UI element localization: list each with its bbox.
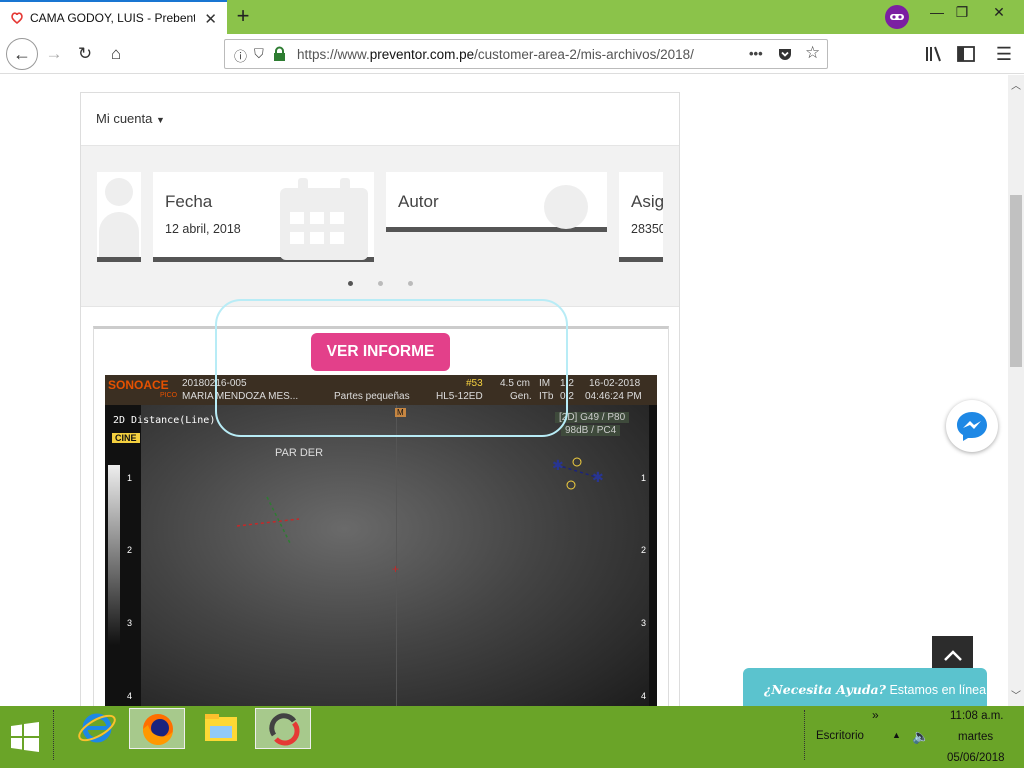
slide-asig: Asig 28350 xyxy=(619,172,663,262)
account-menu[interactable]: Mi cuenta ▼ xyxy=(96,111,165,126)
url-domain: preventor.com.pe xyxy=(369,47,475,62)
library-icon[interactable] xyxy=(922,42,946,66)
slide-fecha: Fecha 12 abril, 2018 xyxy=(153,172,374,262)
windows-taskbar: » Escritorio ▲ 🔈 11:08 a.m. martes 05/06… xyxy=(0,706,1024,768)
depth-tick-right: 1 xyxy=(641,473,647,483)
ultrasound-brand: SONOACE xyxy=(108,378,169,392)
menu-icon[interactable]: ☰ xyxy=(992,42,1016,66)
help-text: Estamos en línea xyxy=(886,683,987,697)
scroll-up-icon[interactable]: ︿ xyxy=(1011,77,1021,92)
scroll-down-icon[interactable]: ﹀ xyxy=(1011,687,1021,702)
svg-text:+: + xyxy=(392,562,399,576)
bookmark-star-icon[interactable]: ☆ xyxy=(805,43,820,63)
exam-date: 16-02-2018 xyxy=(589,378,641,389)
dynamic-range: 98dB / PC4 xyxy=(561,425,621,436)
tab-title: CAMA GODOY, LUIS - Prebentor xyxy=(30,11,195,25)
info-carousel[interactable]: Fecha 12 abril, 2018 Autor Asig 28350 xyxy=(81,145,679,307)
taskbar-gripper-right[interactable] xyxy=(804,710,807,760)
user-icon xyxy=(99,178,139,257)
slide-value: 12 abril, 2018 xyxy=(165,222,241,236)
browser-titlebar: CAMA GODOY, LUIS - Prebentor ✕ + — ❐ ✕ xyxy=(0,0,1024,34)
toolbar-overflow-icon[interactable]: » xyxy=(872,708,879,722)
carousel-dot-1[interactable] xyxy=(348,281,353,286)
svg-text:✱: ✱ xyxy=(552,457,564,473)
slide-user xyxy=(97,172,141,262)
measurement-mode: 2D Distance(Line) xyxy=(113,415,216,426)
calendar-icon xyxy=(280,178,368,260)
minimize-icon[interactable]: — xyxy=(923,2,951,22)
browser-toolbar: ← → ↻ ⌂ ⓘ ⛉ https://www.preventor.com.pe… xyxy=(0,34,1024,74)
restore-icon[interactable]: ❐ xyxy=(948,2,976,22)
slide-autor: Autor xyxy=(386,172,607,232)
chevron-up-icon xyxy=(943,650,962,661)
forward-button[interactable]: → xyxy=(42,42,66,66)
exam-time: 04:46:24 PM xyxy=(585,391,642,402)
internet-explorer-icon[interactable] xyxy=(69,708,125,749)
browser-tab[interactable]: CAMA GODOY, LUIS - Prebentor ✕ xyxy=(0,0,227,34)
new-tab-button[interactable]: + xyxy=(231,2,255,30)
sidebar-icon[interactable] xyxy=(954,42,978,66)
tracking-shield-icon[interactable]: ⛉ xyxy=(254,46,264,62)
focus-outline xyxy=(215,299,568,437)
help-chat-widget[interactable]: ¿Necesita Ayuda? Estamos en línea xyxy=(743,668,987,708)
slide-value: 28350 xyxy=(631,222,663,236)
scan-label: PAR DER xyxy=(275,447,324,459)
carousel-dot-2[interactable] xyxy=(378,281,383,286)
help-bold-text: ¿Necesita Ayuda? xyxy=(764,682,886,697)
file-explorer-icon[interactable] xyxy=(193,708,249,749)
depth-tick-right: 2 xyxy=(641,545,647,555)
depth-tick: 1 xyxy=(127,473,133,483)
firefox-icon xyxy=(142,714,173,746)
page-actions-icon[interactable]: ••• xyxy=(749,46,763,61)
account-menu-label: Mi cuenta xyxy=(96,111,153,126)
grayscale-bar xyxy=(108,465,120,645)
lock-icon[interactable] xyxy=(273,46,286,62)
app-logo-icon xyxy=(269,713,300,746)
caret-down-icon: ▼ xyxy=(156,115,165,125)
slide-label: Autor xyxy=(398,192,439,211)
firefox-taskbar-button[interactable] xyxy=(129,708,185,749)
desktop-toolbar-label[interactable]: Escritorio xyxy=(816,730,864,742)
window-close-icon[interactable]: ✕ xyxy=(985,2,1013,22)
slide-label: Asig xyxy=(631,192,663,211)
carousel-dot-3[interactable] xyxy=(408,281,413,286)
depth-tick-right: 4 xyxy=(641,691,647,701)
volume-icon[interactable]: 🔈 xyxy=(912,728,929,745)
scrollbar-thumb[interactable] xyxy=(1010,195,1022,367)
depth-tick: 2 xyxy=(127,545,133,555)
address-bar[interactable]: ⓘ ⛉ https://www.preventor.com.pe/custome… xyxy=(224,39,828,69)
svg-text:✱: ✱ xyxy=(592,469,604,485)
private-browsing-icon xyxy=(885,5,909,29)
url-path: /customer-area-2/mis-archivos/2018/ xyxy=(474,47,694,62)
depth-tick-right: 3 xyxy=(641,618,647,628)
clock-time[interactable]: 11:08 a.m. xyxy=(950,710,1004,722)
pocket-icon[interactable] xyxy=(777,46,793,62)
ultrasound-brand-sub: PICO xyxy=(160,392,178,399)
messenger-chat-button[interactable] xyxy=(946,400,998,452)
home-button[interactable]: ⌂ xyxy=(104,42,128,66)
back-button[interactable]: ← xyxy=(6,38,38,70)
taskbar-gripper[interactable] xyxy=(53,710,56,760)
url-text[interactable]: https://www.preventor.com.pe/customer-ar… xyxy=(297,47,717,62)
windows-start-icon[interactable] xyxy=(10,722,40,752)
clock-day[interactable]: martes xyxy=(958,731,993,743)
depth-tick: 3 xyxy=(127,618,133,628)
author-icon xyxy=(544,185,588,229)
reload-button[interactable]: ↻ xyxy=(73,42,97,66)
close-tab-icon[interactable]: ✕ xyxy=(204,10,217,28)
depth-tick: 4 xyxy=(127,691,133,701)
messenger-icon xyxy=(957,412,987,441)
app-taskbar-button[interactable] xyxy=(255,708,311,749)
site-favicon xyxy=(11,12,23,25)
clock-date[interactable]: 05/06/2018 xyxy=(947,752,1005,764)
ultrasound-scan: ✱ ✱ + xyxy=(141,405,649,706)
slide-label: Fecha xyxy=(165,192,213,211)
page-scrollbar[interactable]: ︿ ﹀ xyxy=(1008,75,1024,706)
measurement-markers: ✱ ✱ + xyxy=(236,457,604,576)
tray-expand-icon[interactable]: ▲ xyxy=(892,730,901,740)
cine-badge: CINE xyxy=(112,433,140,443)
url-prefix: https://www. xyxy=(297,47,370,62)
info-icon[interactable]: ⓘ xyxy=(234,46,247,65)
